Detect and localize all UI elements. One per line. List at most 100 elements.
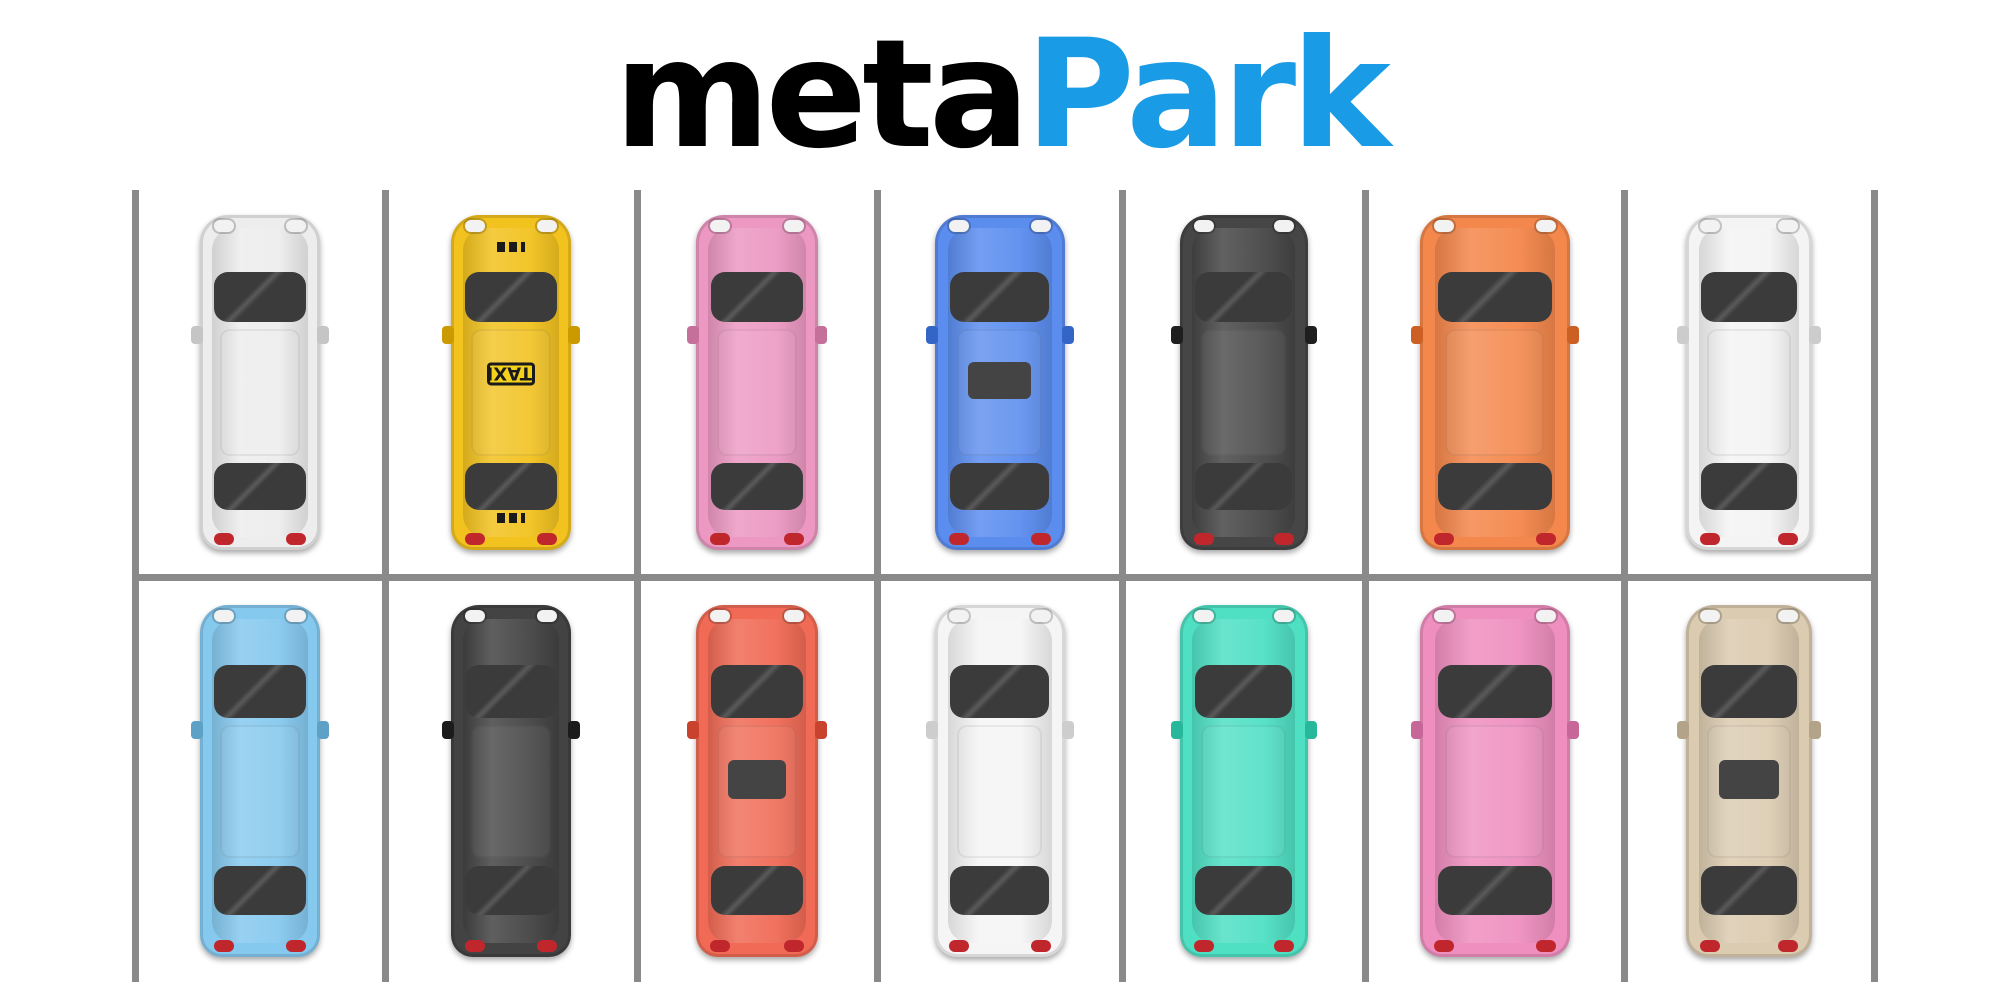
taillight-icon — [286, 940, 306, 952]
taillight-icon — [1030, 533, 1051, 545]
taillight-icon — [1535, 940, 1556, 952]
car-windshield — [1194, 271, 1293, 323]
side-mirror-icon — [1566, 721, 1579, 740]
headlight-icon — [537, 610, 557, 622]
car-rear-window — [214, 865, 306, 915]
taillight-icon — [1273, 533, 1294, 545]
car-windshield — [1194, 664, 1293, 718]
taillight-icon — [1030, 940, 1051, 952]
side-mirror-icon — [1061, 325, 1074, 344]
light-blue-classic-car-icon[interactable] — [191, 605, 329, 957]
car-roof — [220, 724, 300, 859]
headlight-icon — [537, 220, 557, 232]
headlight-icon — [286, 610, 306, 622]
car-windshield — [465, 664, 557, 718]
side-mirror-icon — [925, 721, 938, 740]
taillight-icon — [214, 940, 234, 952]
parking-center-line — [135, 574, 1874, 581]
parking-divider-line — [634, 190, 641, 982]
taillight-icon — [1700, 533, 1720, 545]
car-roof — [1201, 328, 1286, 457]
taillight-icon — [1535, 533, 1556, 545]
headlight-icon — [1433, 220, 1454, 232]
yellow-taxi-car-icon[interactable]: TAXI — [442, 215, 580, 550]
taillight-icon — [1778, 940, 1798, 952]
side-mirror-icon — [1170, 325, 1183, 344]
beige-suv-car-icon[interactable] — [1677, 605, 1821, 957]
headlight-icon — [948, 220, 969, 232]
taillight-icon — [537, 940, 557, 952]
parking-lot: TAXI — [0, 0, 2000, 994]
side-mirror-icon — [687, 325, 699, 344]
black-hatchback-car-icon[interactable] — [1170, 215, 1317, 550]
car-rear-window — [1701, 865, 1797, 915]
taillight-icon — [948, 533, 969, 545]
taillight-icon — [1778, 533, 1798, 545]
car-windshield — [710, 664, 804, 718]
car-roof — [1201, 724, 1286, 859]
car-roof — [716, 328, 798, 457]
car-windshield — [1701, 664, 1797, 718]
car-windshield — [950, 664, 1049, 718]
headlight-icon — [465, 610, 485, 622]
taxi-checker-icon — [496, 513, 526, 524]
side-mirror-icon — [1410, 721, 1423, 740]
side-mirror-icon — [1677, 325, 1689, 344]
car-sunroof — [727, 759, 787, 799]
headlight-icon — [784, 220, 804, 232]
taillight-icon — [465, 940, 485, 952]
taillight-icon — [1700, 940, 1720, 952]
side-mirror-icon — [687, 721, 699, 740]
side-mirror-icon — [317, 325, 329, 344]
car-roof — [471, 328, 551, 457]
taillight-icon — [784, 533, 804, 545]
car-rear-window — [710, 462, 804, 510]
white-sedan-car-icon[interactable] — [1677, 215, 1821, 550]
side-mirror-icon — [1410, 325, 1423, 344]
white-hatchback-car-icon[interactable] — [925, 605, 1074, 957]
parking-divider-line — [382, 190, 389, 982]
white-coupe-car-icon[interactable] — [191, 215, 329, 550]
parking-divider-line — [1621, 190, 1628, 982]
side-mirror-icon — [815, 721, 827, 740]
headlight-icon — [1193, 220, 1214, 232]
car-roof — [1445, 724, 1544, 859]
parking-divider-line — [1871, 190, 1878, 982]
parking-divider-line — [1119, 190, 1126, 982]
orange-van-car-icon[interactable] — [1410, 215, 1579, 550]
taillight-icon — [1273, 940, 1294, 952]
side-mirror-icon — [1677, 721, 1689, 740]
side-mirror-icon — [1061, 721, 1074, 740]
taillight-icon — [1193, 940, 1214, 952]
car-rear-window — [465, 865, 557, 915]
car-roof — [1707, 328, 1791, 457]
headlight-icon — [1700, 220, 1720, 232]
headlight-icon — [948, 610, 969, 622]
teal-beetle-car-icon[interactable] — [1170, 605, 1317, 957]
parking-divider-line — [132, 190, 139, 982]
pink-hatchback-car-icon[interactable] — [687, 215, 827, 550]
taxi-roof-sign: TAXI — [487, 362, 535, 386]
side-mirror-icon — [1170, 721, 1183, 740]
side-mirror-icon — [1809, 721, 1821, 740]
headlight-icon — [214, 220, 234, 232]
side-mirror-icon — [815, 325, 827, 344]
headlight-icon — [1535, 610, 1556, 622]
taillight-icon — [1433, 940, 1454, 952]
car-windshield — [950, 271, 1049, 323]
side-mirror-icon — [1304, 325, 1317, 344]
headlight-icon — [286, 220, 306, 232]
taillight-icon — [1193, 533, 1214, 545]
side-mirror-icon — [442, 325, 454, 344]
red-sedan-car-icon[interactable] — [687, 605, 827, 957]
pink-hatchback-car-icon[interactable] — [1410, 605, 1579, 957]
blue-wagon-car-icon[interactable] — [925, 215, 1074, 550]
parking-divider-line — [874, 190, 881, 982]
headlight-icon — [1030, 220, 1051, 232]
side-mirror-icon — [925, 325, 938, 344]
headlight-icon — [710, 610, 730, 622]
car-windshield — [214, 271, 306, 323]
black-hatchback-car-icon[interactable] — [442, 605, 580, 957]
car-windshield — [1437, 271, 1552, 323]
car-rear-window — [950, 865, 1049, 915]
